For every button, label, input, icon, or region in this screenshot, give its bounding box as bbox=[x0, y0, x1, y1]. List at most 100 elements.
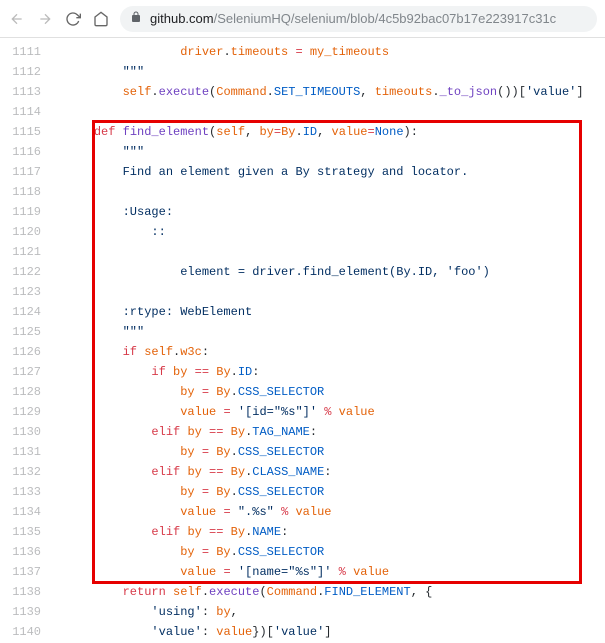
line-number[interactable]: 1114 bbox=[0, 102, 55, 122]
line-number[interactable]: 1122 bbox=[0, 262, 55, 282]
line-number[interactable]: 1112 bbox=[0, 62, 55, 82]
line-content: if by == By.ID: bbox=[55, 362, 259, 382]
code-viewer: 1111 driver.timeouts = my_timeouts1112 "… bbox=[0, 38, 605, 642]
code-line[interactable]: 1116 """ bbox=[0, 142, 605, 162]
code-line[interactable]: 1140 'value': value})['value'] bbox=[0, 622, 605, 642]
home-button[interactable] bbox=[92, 10, 110, 28]
line-number[interactable]: 1132 bbox=[0, 462, 55, 482]
line-content: :: bbox=[55, 222, 166, 242]
code-line[interactable]: 1132 elif by == By.CLASS_NAME: bbox=[0, 462, 605, 482]
code-line[interactable]: 1137 value = '[name="%s"]' % value bbox=[0, 562, 605, 582]
line-content: def find_element(self, by=By.ID, value=N… bbox=[55, 122, 418, 142]
line-number[interactable]: 1127 bbox=[0, 362, 55, 382]
reload-button[interactable] bbox=[64, 10, 82, 28]
back-button[interactable] bbox=[8, 10, 26, 28]
line-number[interactable]: 1140 bbox=[0, 622, 55, 642]
url-text: github.com/SeleniumHQ/selenium/blob/4c5b… bbox=[150, 11, 556, 26]
line-number[interactable]: 1117 bbox=[0, 162, 55, 182]
line-content: """ bbox=[55, 322, 144, 342]
line-number[interactable]: 1138 bbox=[0, 582, 55, 602]
line-content: 'using': by, bbox=[55, 602, 238, 622]
line-content bbox=[55, 182, 65, 202]
line-number[interactable]: 1137 bbox=[0, 562, 55, 582]
code-line[interactable]: 1128 by = By.CSS_SELECTOR bbox=[0, 382, 605, 402]
code-line[interactable]: 1115 def find_element(self, by=By.ID, va… bbox=[0, 122, 605, 142]
line-content: return self.execute(Command.FIND_ELEMENT… bbox=[55, 582, 432, 602]
code-line[interactable]: 1121 bbox=[0, 242, 605, 262]
code-line[interactable]: 1120 :: bbox=[0, 222, 605, 242]
code-line[interactable]: 1129 value = '[id="%s"]' % value bbox=[0, 402, 605, 422]
code-line[interactable]: 1119 :Usage: bbox=[0, 202, 605, 222]
line-number[interactable]: 1139 bbox=[0, 602, 55, 622]
line-number[interactable]: 1113 bbox=[0, 82, 55, 102]
line-number[interactable]: 1125 bbox=[0, 322, 55, 342]
address-bar[interactable]: github.com/SeleniumHQ/selenium/blob/4c5b… bbox=[120, 6, 597, 32]
line-number[interactable]: 1123 bbox=[0, 282, 55, 302]
line-content: value = '[id="%s"]' % value bbox=[55, 402, 375, 422]
line-content: elif by == By.TAG_NAME: bbox=[55, 422, 317, 442]
code-line[interactable]: 1114 bbox=[0, 102, 605, 122]
line-number[interactable]: 1115 bbox=[0, 122, 55, 142]
code-line[interactable]: 1135 elif by == By.NAME: bbox=[0, 522, 605, 542]
line-number[interactable]: 1126 bbox=[0, 342, 55, 362]
line-content: by = By.CSS_SELECTOR bbox=[55, 442, 324, 462]
line-number[interactable]: 1136 bbox=[0, 542, 55, 562]
code-line[interactable]: 1138 return self.execute(Command.FIND_EL… bbox=[0, 582, 605, 602]
line-content: :rtype: WebElement bbox=[55, 302, 252, 322]
line-content: element = driver.find_element(By.ID, 'fo… bbox=[55, 262, 490, 282]
code-line[interactable]: 1117 Find an element given a By strategy… bbox=[0, 162, 605, 182]
line-content: self.execute(Command.SET_TIMEOUTS, timeo… bbox=[55, 82, 584, 102]
line-content bbox=[55, 102, 65, 122]
line-number[interactable]: 1116 bbox=[0, 142, 55, 162]
code-line[interactable]: 1139 'using': by, bbox=[0, 602, 605, 622]
code-lines[interactable]: 1111 driver.timeouts = my_timeouts1112 "… bbox=[0, 38, 605, 642]
browser-toolbar: github.com/SeleniumHQ/selenium/blob/4c5b… bbox=[0, 0, 605, 38]
line-content: elif by == By.NAME: bbox=[55, 522, 288, 542]
line-number[interactable]: 1111 bbox=[0, 42, 55, 62]
line-content: by = By.CSS_SELECTOR bbox=[55, 542, 324, 562]
url-path: /SeleniumHQ/selenium/blob/4c5b92bac07b17… bbox=[214, 11, 557, 26]
line-content: Find an element given a By strategy and … bbox=[55, 162, 468, 182]
line-number[interactable]: 1119 bbox=[0, 202, 55, 222]
code-line[interactable]: 1136 by = By.CSS_SELECTOR bbox=[0, 542, 605, 562]
line-number[interactable]: 1135 bbox=[0, 522, 55, 542]
code-line[interactable]: 1130 elif by == By.TAG_NAME: bbox=[0, 422, 605, 442]
code-line[interactable]: 1122 element = driver.find_element(By.ID… bbox=[0, 262, 605, 282]
code-line[interactable]: 1133 by = By.CSS_SELECTOR bbox=[0, 482, 605, 502]
code-line[interactable]: 1123 bbox=[0, 282, 605, 302]
line-number[interactable]: 1130 bbox=[0, 422, 55, 442]
line-number[interactable]: 1128 bbox=[0, 382, 55, 402]
line-content: if self.w3c: bbox=[55, 342, 209, 362]
line-content bbox=[55, 282, 65, 302]
line-number[interactable]: 1121 bbox=[0, 242, 55, 262]
url-host: github.com bbox=[150, 11, 214, 26]
line-content: 'value': value})['value'] bbox=[55, 622, 332, 642]
line-number[interactable]: 1120 bbox=[0, 222, 55, 242]
line-content bbox=[55, 242, 65, 262]
forward-button[interactable] bbox=[36, 10, 54, 28]
code-line[interactable]: 1111 driver.timeouts = my_timeouts bbox=[0, 42, 605, 62]
code-line[interactable]: 1118 bbox=[0, 182, 605, 202]
code-line[interactable]: 1134 value = ".%s" % value bbox=[0, 502, 605, 522]
lock-icon bbox=[130, 11, 142, 26]
code-line[interactable]: 1126 if self.w3c: bbox=[0, 342, 605, 362]
line-content: """ bbox=[55, 142, 144, 162]
line-content: """ bbox=[55, 62, 144, 82]
code-line[interactable]: 1131 by = By.CSS_SELECTOR bbox=[0, 442, 605, 462]
line-content: value = '[name="%s"]' % value bbox=[55, 562, 389, 582]
code-line[interactable]: 1124 :rtype: WebElement bbox=[0, 302, 605, 322]
code-line[interactable]: 1113 self.execute(Command.SET_TIMEOUTS, … bbox=[0, 82, 605, 102]
line-content: driver.timeouts = my_timeouts bbox=[55, 42, 389, 62]
line-number[interactable]: 1131 bbox=[0, 442, 55, 462]
line-number[interactable]: 1124 bbox=[0, 302, 55, 322]
code-line[interactable]: 1127 if by == By.ID: bbox=[0, 362, 605, 382]
line-number[interactable]: 1134 bbox=[0, 502, 55, 522]
code-line[interactable]: 1112 """ bbox=[0, 62, 605, 82]
line-content: by = By.CSS_SELECTOR bbox=[55, 482, 324, 502]
line-number[interactable]: 1129 bbox=[0, 402, 55, 422]
line-content: elif by == By.CLASS_NAME: bbox=[55, 462, 331, 482]
line-number[interactable]: 1133 bbox=[0, 482, 55, 502]
line-number[interactable]: 1118 bbox=[0, 182, 55, 202]
line-content: by = By.CSS_SELECTOR bbox=[55, 382, 324, 402]
code-line[interactable]: 1125 """ bbox=[0, 322, 605, 342]
